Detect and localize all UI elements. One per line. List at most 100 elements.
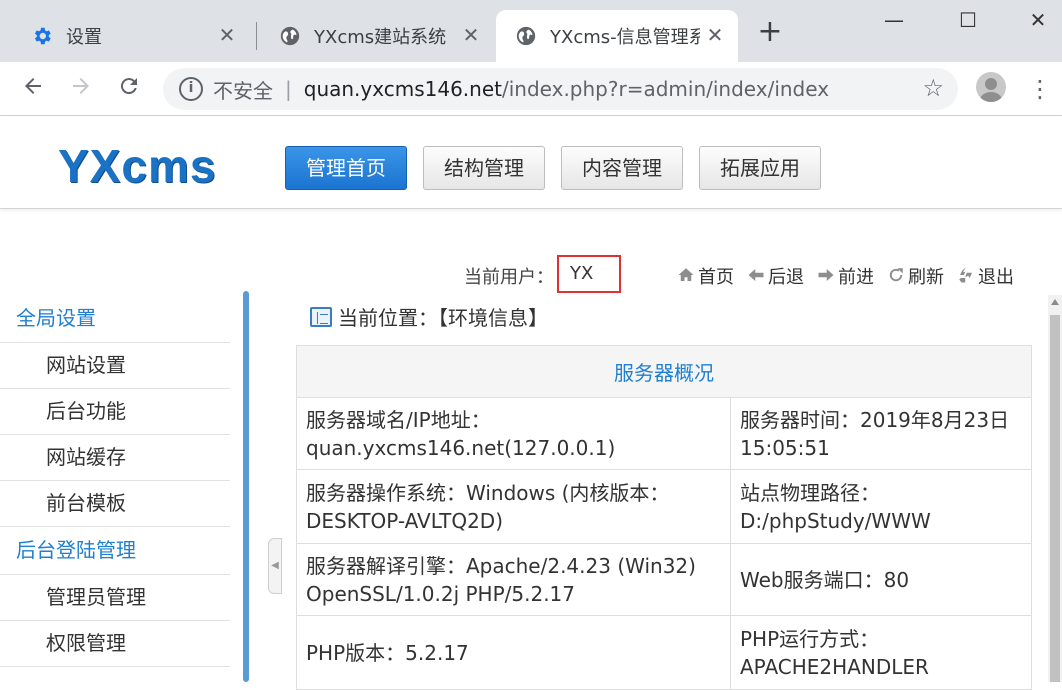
- nav-content[interactable]: 内容管理: [561, 146, 683, 190]
- back-arrow-icon: [746, 266, 766, 286]
- cell-label: 服务器操作系统：Windows (内核版本：: [306, 480, 670, 505]
- cell-value: OpenSSL/1.0.2j PHP/5.2.17: [306, 581, 576, 606]
- nav-extensions[interactable]: 拓展应用: [699, 146, 821, 190]
- table-row: 服务器域名/IP地址： quan.yxcms146.net(127.0.0.1)…: [296, 397, 1032, 470]
- cell-label: PHP运行方式：: [740, 626, 880, 651]
- table-cell: 站点物理路径： D:/phpStudy/WWW: [730, 469, 1032, 544]
- cell-label: 站点物理路径：: [740, 480, 880, 505]
- reload-button[interactable]: [114, 74, 144, 104]
- address-bar[interactable]: i 不安全 | quan.yxcms146.net /index.php?r=a…: [163, 68, 958, 110]
- cell-value: DESKTOP-AVLTQ2D): [306, 508, 504, 533]
- link-label: 前进: [838, 267, 874, 288]
- close-icon[interactable]: ✕: [704, 24, 726, 46]
- cell-label: PHP版本：5.2.17: [306, 640, 469, 665]
- browser-tab-strip: 设置 ✕ YXcms建站系统 ✕ YXcms-信息管理系 ✕ + — ☐ ✕: [0, 0, 1062, 62]
- maximize-button[interactable]: ☐: [954, 6, 982, 34]
- current-user-name: YX: [570, 263, 594, 284]
- close-icon[interactable]: ✕: [460, 24, 482, 46]
- link-refresh[interactable]: 刷新: [886, 263, 944, 289]
- nav-admin-home[interactable]: 管理首页: [285, 146, 407, 190]
- tab-title: 设置: [66, 27, 102, 48]
- site-logo: YXcms: [58, 140, 217, 192]
- link-logout[interactable]: 退出: [956, 263, 1014, 289]
- table-cell: Web服务端口：80: [730, 543, 1032, 616]
- sidebar-item-site-settings[interactable]: 网站设置: [0, 343, 230, 389]
- address-divider: |: [285, 77, 292, 101]
- scrollbar-thumb[interactable]: [1050, 315, 1060, 682]
- cell-label: 服务器域名/IP地址：: [306, 407, 491, 432]
- window-close-button[interactable]: ✕: [1024, 6, 1052, 34]
- cell-value: quan.yxcms146.net(127.0.0.1): [306, 435, 616, 460]
- link-back[interactable]: 后退: [746, 263, 804, 289]
- url-path: /index.php?r=admin/index/index: [501, 77, 830, 101]
- sidebar-group-login-management[interactable]: 后台登陆管理: [0, 527, 230, 575]
- sidebar-group-global-settings[interactable]: 全局设置: [0, 295, 230, 343]
- tab-title: YXcms-信息管理系: [550, 27, 700, 48]
- back-arrow-icon: [25, 78, 41, 94]
- cell-label: Web服务端口：80: [740, 567, 910, 592]
- link-label: 退出: [978, 267, 1014, 288]
- cell-label: 服务器解译引擎：Apache/2.4.23 (Win32): [306, 553, 696, 578]
- breadcrumb: 当前位置：【环境信息】: [310, 302, 548, 331]
- cell-value: D:/phpStudy/WWW: [740, 508, 931, 533]
- globe-icon: [514, 24, 538, 48]
- scroll-up-icon[interactable]: [1051, 299, 1059, 305]
- sidebar-scrollbar[interactable]: [243, 291, 249, 682]
- main-nav: 管理首页 结构管理 内容管理 拓展应用: [285, 146, 821, 190]
- close-icon[interactable]: ✕: [216, 24, 238, 46]
- security-label: 不安全: [213, 78, 273, 103]
- sidebar-collapse-handle[interactable]: ◀: [268, 538, 282, 594]
- main-scrollbar[interactable]: [1048, 295, 1062, 682]
- link-label: 首页: [698, 267, 734, 288]
- table-cell: PHP运行方式： APACHE2HANDLER: [730, 615, 1032, 690]
- table-row: 服务器解译引擎：Apache/2.4.23 (Win32) OpenSSL/1.…: [296, 543, 1032, 616]
- quick-links: 首页 后退 前进 刷新 退出: [676, 263, 1014, 289]
- table-row: 服务器操作系统：Windows (内核版本： DESKTOP-AVLTQ2D) …: [296, 469, 1032, 544]
- site-header: YXcms 管理首页 结构管理 内容管理 拓展应用: [0, 117, 1062, 209]
- table-row: PHP版本：5.2.17 PHP运行方式： APACHE2HANDLER: [296, 615, 1032, 690]
- tab-settings[interactable]: 设置 ✕: [0, 10, 250, 62]
- breadcrumb-text: 当前位置：【环境信息】: [338, 306, 548, 330]
- sidebar-item-frontend-template[interactable]: 前台模板: [0, 481, 230, 527]
- bookmark-star-icon[interactable]: ☆: [922, 74, 944, 102]
- server-info-table: 服务器概况 服务器域名/IP地址： quan.yxcms146.net(127.…: [296, 345, 1032, 690]
- new-tab-button[interactable]: +: [756, 17, 784, 47]
- forward-button[interactable]: [66, 74, 96, 104]
- tab-title: YXcms建站系统: [314, 27, 447, 48]
- sidebar-item-permission-management[interactable]: 权限管理: [0, 621, 230, 667]
- sidebar-item-backend-features[interactable]: 后台功能: [0, 389, 230, 435]
- cell-label: 服务器时间：2019年8月23日: [740, 407, 1010, 432]
- globe-icon: [278, 24, 302, 48]
- tab-yxcms-admin[interactable]: YXcms-信息管理系 ✕: [496, 10, 738, 62]
- info-icon[interactable]: i: [179, 77, 203, 101]
- table-cell: 服务器时间：2019年8月23日 15:05:51: [730, 397, 1032, 470]
- tab-yxcms-site[interactable]: YXcms建站系统 ✕: [248, 10, 494, 62]
- sidebar: 全局设置 网站设置 后台功能 网站缓存 前台模板 后台登陆管理 管理员管理 权限…: [0, 295, 230, 682]
- menu-kebab-icon[interactable]: ⋮: [1028, 74, 1052, 104]
- exit-icon: [956, 266, 976, 286]
- table-cell: 服务器操作系统：Windows (内核版本： DESKTOP-AVLTQ2D): [296, 469, 731, 544]
- refresh-icon: [886, 266, 906, 286]
- nav-structure[interactable]: 结构管理: [423, 146, 545, 190]
- table-title: 服务器概况: [296, 345, 1032, 398]
- link-home[interactable]: 首页: [676, 263, 734, 289]
- profile-avatar[interactable]: [976, 72, 1006, 102]
- link-label: 刷新: [908, 267, 944, 288]
- location-icon: [310, 306, 332, 327]
- cell-value: APACHE2HANDLER: [740, 654, 929, 679]
- minimize-button[interactable]: —: [880, 6, 908, 34]
- back-button[interactable]: [18, 74, 48, 104]
- link-label: 后退: [768, 267, 804, 288]
- table-cell: PHP版本：5.2.17: [296, 615, 731, 690]
- link-forward[interactable]: 前进: [816, 263, 874, 289]
- url-host: quan.yxcms146.net: [303, 77, 502, 101]
- sidebar-item-site-cache[interactable]: 网站缓存: [0, 435, 230, 481]
- sidebar-item-admin-management[interactable]: 管理员管理: [0, 575, 230, 621]
- forward-arrow-icon: [73, 78, 89, 94]
- reload-icon: [120, 78, 137, 95]
- forward-arrow-icon: [816, 266, 836, 286]
- browser-toolbar: i 不安全 | quan.yxcms146.net /index.php?r=a…: [0, 62, 1062, 116]
- current-user-label: 当前用户：: [464, 267, 554, 288]
- user-bar: 当前用户： YX 首页 后退 前进 刷新 退出: [0, 255, 1062, 293]
- cell-value: 15:05:51: [740, 435, 830, 460]
